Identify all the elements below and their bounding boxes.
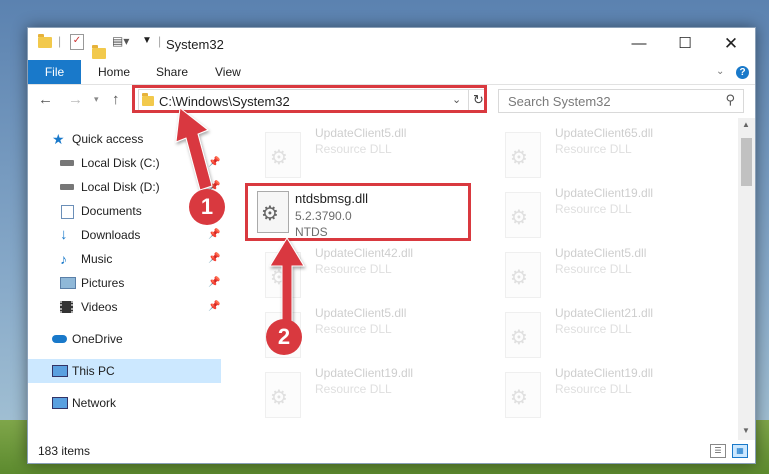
list-item[interactable]: UpdateClient5.dll Resource DLL — [245, 126, 470, 182]
cloud-icon — [52, 335, 67, 343]
new-folder-icon[interactable] — [92, 45, 106, 59]
item-count: 183 items — [38, 444, 91, 458]
chevron-down-icon[interactable]: ▼ — [142, 35, 152, 46]
step-2-badge: 2 — [266, 319, 302, 355]
tab-home[interactable]: Home — [98, 60, 130, 84]
sidebar-item-onedrive[interactable]: OneDrive — [28, 327, 221, 351]
details-view-icon[interactable]: ☰ — [710, 444, 726, 458]
recent-locations-icon[interactable]: ▾ — [94, 94, 99, 105]
dll-file-icon — [265, 372, 301, 418]
videos-icon — [60, 301, 73, 313]
documents-icon — [61, 205, 74, 219]
sidebar-item-downloads[interactable]: ↓ Downloads 📌 — [28, 223, 221, 247]
divider: | — [58, 34, 62, 48]
ribbon: File Home Share View ⌄ ? — [28, 60, 755, 85]
help-icon[interactable]: ? — [736, 66, 749, 79]
list-item[interactable]: UpdateClient19.dll Resource DLL — [485, 366, 710, 422]
list-item[interactable]: UpdateClient65.dll Resource DLL — [485, 126, 710, 182]
pin-icon[interactable]: 📌 — [208, 247, 220, 271]
pin-icon[interactable]: 📌 — [208, 295, 220, 319]
sidebar-item-music[interactable]: ♪ Music 📌 — [28, 247, 221, 271]
search-placeholder: Search System32 — [508, 94, 611, 109]
step-1-badge: 1 — [189, 189, 225, 225]
close-button[interactable]: ✕ — [708, 28, 754, 60]
scroll-down-icon[interactable]: ▼ — [742, 426, 750, 435]
dll-file-icon — [505, 132, 541, 178]
drive-icon — [60, 184, 74, 190]
title-bar: | ✓ ▤▾ ▼ | System32 — ☐ ✕ — [28, 28, 755, 60]
scroll-up-icon[interactable]: ▲ — [742, 120, 750, 129]
pin-icon[interactable]: 📌 — [208, 223, 220, 247]
divider: | — [158, 34, 162, 48]
sidebar-item-network[interactable]: Network — [28, 391, 221, 415]
forward-icon[interactable]: → — [68, 91, 83, 108]
dll-file-icon — [505, 372, 541, 418]
expand-ribbon-icon[interactable]: ⌄ — [716, 60, 724, 84]
drive-icon — [60, 160, 74, 166]
tab-file[interactable]: File — [28, 60, 81, 84]
pictures-icon — [60, 277, 76, 289]
back-icon[interactable]: ← — [38, 91, 53, 108]
tab-view[interactable]: View — [215, 60, 241, 84]
arrow-1-icon — [175, 107, 213, 191]
pin-icon[interactable]: 📌 — [208, 271, 220, 295]
music-icon: ♪ — [60, 251, 67, 267]
search-icon[interactable]: ⚲ — [725, 92, 735, 108]
download-icon: ↓ — [60, 226, 68, 243]
status-bar: 183 items ☰ ▦ — [28, 440, 755, 463]
properties-icon[interactable]: ✓ — [70, 34, 84, 50]
window-title: System32 — [166, 37, 224, 52]
customize-toolbar-icon[interactable]: ▤▾ — [112, 34, 129, 48]
dll-file-icon — [505, 252, 541, 298]
computer-icon — [52, 365, 68, 377]
vertical-scrollbar[interactable]: ▲ ▼ — [738, 118, 755, 440]
search-input[interactable]: Search System32 ⚲ — [498, 89, 744, 113]
maximize-button[interactable]: ☐ — [662, 28, 708, 60]
list-item[interactable]: UpdateClient5.dll Resource DLL — [485, 246, 710, 302]
dll-file-icon — [265, 132, 301, 178]
star-icon: ★ — [52, 131, 65, 147]
up-icon[interactable]: ↑ — [112, 91, 120, 108]
tiles-view-icon[interactable]: ▦ — [732, 444, 748, 458]
folder-icon — [38, 34, 52, 48]
arrow-2-icon — [269, 237, 305, 329]
tab-share[interactable]: Share — [156, 60, 188, 84]
minimize-button[interactable]: — — [616, 28, 662, 60]
network-icon — [52, 397, 68, 409]
list-item[interactable]: UpdateClient19.dll Resource DLL — [485, 186, 710, 242]
sidebar-item-this-pc[interactable]: This PC — [28, 359, 221, 383]
list-item[interactable]: UpdateClient21.dll Resource DLL — [485, 306, 710, 362]
scroll-thumb[interactable] — [741, 138, 752, 186]
list-item[interactable]: UpdateClient19.dll Resource DLL — [245, 366, 470, 422]
dll-file-icon — [505, 192, 541, 238]
sidebar-item-pictures[interactable]: Pictures 📌 — [28, 271, 221, 295]
dll-file-icon — [505, 312, 541, 358]
sidebar-item-videos[interactable]: Videos 📌 — [28, 295, 221, 319]
